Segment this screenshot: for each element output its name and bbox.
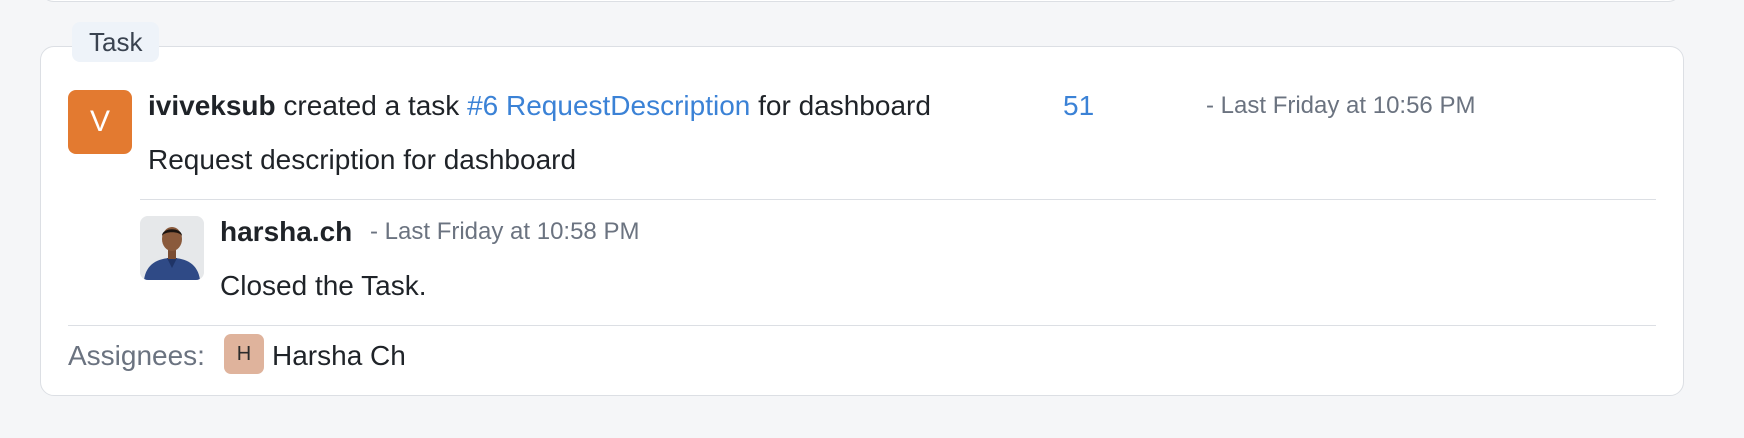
activity-timestamp: - Last Friday at 10:56 PM [1206, 92, 1476, 119]
comment-text: Closed the Task. [220, 270, 427, 301]
person-photo-icon [140, 216, 204, 280]
assignee-avatar[interactable]: H [224, 334, 264, 374]
type-tag: Task [72, 22, 160, 62]
commenter-name[interactable]: harsha.ch [220, 214, 352, 250]
thread-count-link[interactable]: 51 [1063, 88, 1094, 124]
author-avatar[interactable]: V [68, 90, 132, 154]
target-text: for dashboard [750, 90, 931, 121]
comment-timestamp: - Last Friday at 10:58 PM [370, 218, 640, 245]
task-description: Request description for dashboard [148, 144, 577, 175]
commenter-avatar[interactable] [140, 216, 204, 280]
previous-card-edge [40, 0, 1682, 2]
action-text: created a task [275, 90, 468, 121]
task-link[interactable]: #6 RequestDescription [467, 90, 750, 121]
assignees-label: Assignees: [68, 340, 205, 371]
assignee-name[interactable]: Harsha Ch [272, 338, 406, 374]
assignees-divider [68, 325, 1656, 326]
author-name[interactable]: iviveksub [148, 90, 276, 121]
comment-divider [140, 199, 1656, 200]
activity-headline: iviveksub created a task #6 RequestDescr… [148, 88, 931, 124]
